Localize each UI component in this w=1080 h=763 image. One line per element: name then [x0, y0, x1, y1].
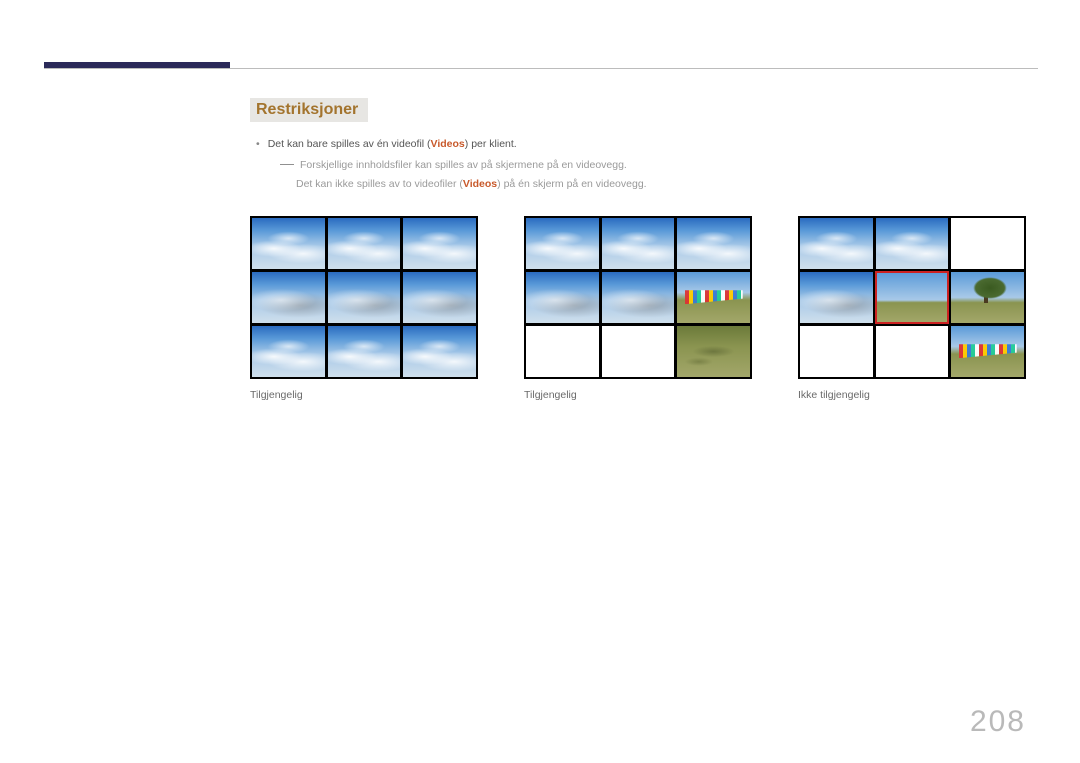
wall-cell	[951, 218, 1024, 269]
wall-cell	[403, 272, 476, 323]
wall-cell	[328, 272, 401, 323]
sub1-text: Forskjellige innholdsfiler kan spilles a…	[300, 157, 627, 174]
page-content: Restriksjoner • Det kan bare spilles av …	[250, 98, 1038, 401]
videos-keyword: Videos	[431, 138, 465, 150]
restriction-text: • Det kan bare spilles av én videofil (V…	[256, 136, 1038, 192]
wall-cell	[951, 326, 1024, 377]
header-rule	[44, 68, 1038, 69]
wall-cell	[602, 326, 675, 377]
wall-cell	[677, 218, 750, 269]
sub2-post: ) på én skjerm på en videovegg.	[497, 178, 646, 190]
sub-item-2: Det kan ikke spilles av to videofiler (V…	[296, 176, 1038, 193]
wall-cell	[677, 272, 750, 323]
wall-cell	[800, 326, 873, 377]
sub2-pre: Det kan ikke spilles av to videofiler (	[296, 178, 463, 190]
wall-cell	[602, 272, 675, 323]
wall-cell	[602, 218, 675, 269]
wall-cell	[526, 326, 599, 377]
wall-cell	[252, 326, 325, 377]
figure-caption: Tilgjengelig	[250, 389, 478, 401]
wall-cell	[403, 326, 476, 377]
bullet-text: Det kan bare spilles av én videofil (Vid…	[268, 136, 517, 153]
wall-cell	[677, 326, 750, 377]
bullet-icon: •	[256, 136, 260, 153]
section-heading: Restriksjoner	[250, 98, 368, 122]
wall-cell	[328, 326, 401, 377]
wall-cell	[328, 218, 401, 269]
wall-cell	[526, 272, 599, 323]
videowall-3	[798, 216, 1026, 379]
videos-keyword: Videos	[463, 178, 497, 190]
figure-caption: Tilgjengelig	[524, 389, 752, 401]
dash-icon: ―	[280, 156, 294, 173]
wall-cell	[526, 218, 599, 269]
videowall-2	[524, 216, 752, 379]
figure-1: Tilgjengelig	[250, 216, 478, 401]
sub-item-1: ― Forskjellige innholdsfiler kan spilles…	[280, 157, 1038, 174]
figures-row: Tilgjengelig /* override fig2 bottom row…	[250, 216, 1038, 401]
bullet-post: ) per klient.	[465, 138, 517, 150]
figure-2: /* override fig2 bottom row */ Tilgjenge…	[524, 216, 752, 401]
figure-3: Ikke tilgjengelig	[798, 216, 1026, 401]
figure-caption: Ikke tilgjengelig	[798, 389, 1026, 401]
wall-cell	[800, 272, 873, 323]
page-number: 208	[970, 705, 1026, 739]
wall-cell	[800, 218, 873, 269]
bullet-pre: Det kan bare spilles av én videofil (	[268, 138, 431, 150]
wall-cell	[252, 218, 325, 269]
header-bar	[44, 62, 1038, 70]
wall-cell	[403, 218, 476, 269]
wall-cell	[252, 272, 325, 323]
bullet-item: • Det kan bare spilles av én videofil (V…	[256, 136, 1038, 153]
wall-cell	[876, 218, 949, 269]
wall-cell	[951, 272, 1024, 323]
wall-cell	[876, 272, 949, 323]
videowall-1	[250, 216, 478, 379]
wall-cell	[876, 326, 949, 377]
